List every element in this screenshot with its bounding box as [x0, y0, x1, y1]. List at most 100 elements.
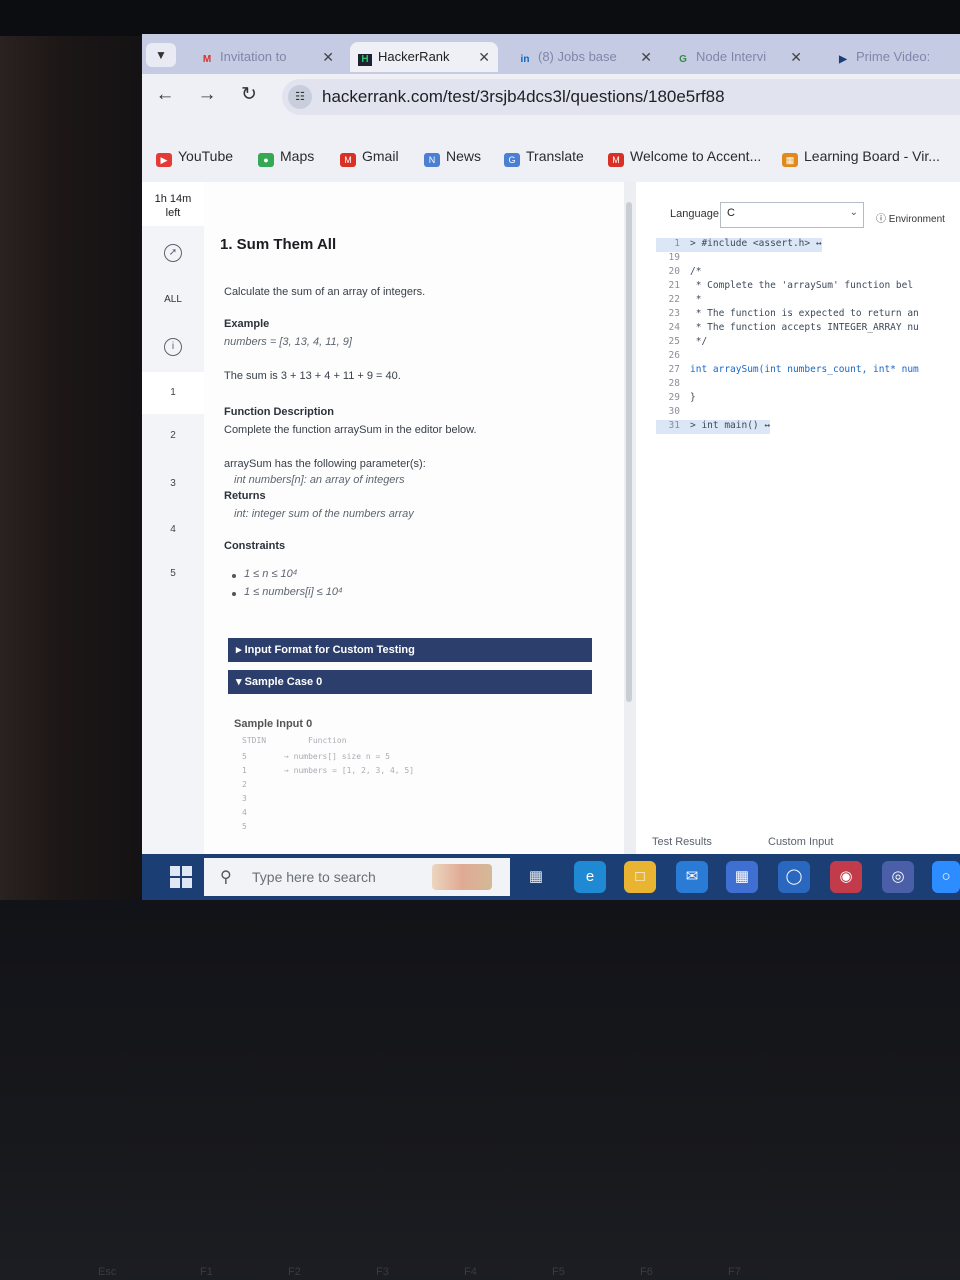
address-bar[interactable]: ☷ hackerrank.com/test/3rsjb4dcs3l/questi…	[282, 79, 960, 115]
tab-node-interview[interactable]: G Node Intervi ✕	[668, 42, 810, 72]
bookmark-label: Translate	[526, 148, 584, 164]
stdin-line: 1	[242, 766, 247, 775]
key-f1: F1	[200, 1266, 213, 1278]
code-text: > int main() ↔	[690, 420, 771, 431]
key-f2: F2	[288, 1266, 301, 1278]
test-results-tab[interactable]: Test Results	[652, 836, 712, 848]
compass-icon[interactable]: ➚	[164, 244, 182, 262]
bullet	[232, 574, 236, 578]
bookmark-label: Learning Board - Vir...	[804, 148, 940, 164]
primevideo-icon: ▶	[839, 54, 847, 65]
close-icon[interactable]: ✕	[478, 42, 490, 72]
code-line[interactable]: 29}	[656, 392, 696, 406]
code-text: > #include <assert.h> ↔	[690, 238, 822, 249]
key-esc: Esc	[98, 1266, 117, 1278]
code-line[interactable]: 28	[656, 378, 690, 392]
search-placeholder: Type here to search	[252, 869, 376, 885]
code-line[interactable]: 26	[656, 350, 690, 364]
close-icon[interactable]: ✕	[322, 42, 334, 72]
tab-search-button[interactable]: ▼	[146, 43, 176, 67]
info-icon[interactable]: i	[164, 338, 182, 356]
windows-taskbar: ⚲ Type here to search ▦ e □ ✉ ▦ ◯ ◉ ◎ ○	[142, 854, 960, 900]
question-link-4[interactable]: 4	[142, 524, 204, 535]
timer: 1h 14m left	[142, 182, 204, 226]
tab-invitation[interactable]: M Invitation to ✕	[192, 42, 342, 72]
gmail-icon: M	[608, 153, 624, 167]
tab-label: (8) Jobs base	[538, 49, 617, 64]
constraint-1: 1 ≤ n ≤ 10⁴	[244, 568, 298, 580]
returns-heading: Returns	[224, 490, 266, 502]
language-select[interactable]: C ⌄	[720, 202, 864, 228]
bullet	[232, 592, 236, 596]
timer-label: left	[165, 207, 181, 219]
linkedin-icon: in	[520, 54, 530, 65]
bookmark-translate[interactable]: G Translate	[504, 148, 584, 167]
constraint-2: 1 ≤ numbers[i] ≤ 10⁴	[244, 586, 343, 598]
app-icon[interactable]: ◉	[830, 861, 862, 893]
code-line[interactable]: 25 */	[656, 336, 708, 350]
sample-input-heading: Sample Input 0	[234, 718, 313, 730]
tab-linkedin[interactable]: in (8) Jobs base ✕	[510, 42, 660, 72]
taskbar-search[interactable]: ⚲ Type here to search	[204, 858, 510, 896]
tab-prime-video[interactable]: ▶ Prime Video:	[828, 42, 960, 72]
line-number: 23	[668, 308, 680, 319]
file-explorer-icon[interactable]: □	[624, 861, 656, 893]
line-number: 26	[668, 350, 680, 361]
code-line[interactable]: 1 > #include <assert.h> ↔	[656, 238, 822, 252]
returns-text: int: integer sum of the numbers array	[234, 508, 414, 520]
back-button[interactable]: ←	[154, 84, 176, 106]
code-line[interactable]: 23 * The function is expected to return …	[656, 308, 919, 322]
tab-label: Prime Video:	[856, 49, 931, 64]
reload-button[interactable]: ↻	[238, 84, 260, 106]
close-icon[interactable]: ✕	[640, 42, 652, 72]
input-format-accordion[interactable]: ▸ Input Format for Custom Testing	[228, 638, 592, 662]
store-icon[interactable]: ▦	[726, 861, 758, 893]
sample-input-table: STDIN Function 5 1 2 3 4 5 → numbers[] s…	[234, 736, 524, 856]
bookmark-youtube[interactable]: ▶ YouTube	[156, 148, 233, 167]
task-view-icon[interactable]: ▦	[520, 861, 552, 893]
custom-input-tab[interactable]: Custom Input	[768, 836, 833, 848]
edge-icon[interactable]: e	[574, 861, 606, 893]
bookmark-gmail[interactable]: M Gmail	[340, 148, 399, 167]
question-link-5[interactable]: 5	[142, 568, 204, 579]
code-line[interactable]: 31 > int main() ↔	[656, 420, 771, 434]
sample-case-0-accordion[interactable]: ▾ Sample Case 0	[228, 670, 592, 694]
chrome-icon[interactable]: ◎	[882, 861, 914, 893]
close-icon[interactable]: ✕	[790, 42, 802, 72]
code-editor-panel: Language C ⌄ ⓘ Environment 1 > #include <…	[636, 182, 960, 854]
code-line[interactable]: 22 *	[656, 294, 702, 308]
line-number: 31	[668, 420, 680, 431]
line-number: 24	[668, 322, 680, 333]
problem-scrollbar[interactable]	[626, 202, 632, 702]
hackerrank-icon: H	[358, 54, 372, 66]
question-link-2[interactable]: 2	[142, 430, 204, 441]
question-link-1[interactable]: 1	[142, 372, 204, 414]
environment-link[interactable]: ⓘ Environment	[876, 210, 945, 225]
gmail-icon: M	[340, 153, 356, 167]
code-line[interactable]: 19	[656, 252, 690, 266]
code-line[interactable]: 24 * The function accepts INTEGER_ARRAY …	[656, 322, 919, 336]
editor-bottom-tabs: Test Results Custom Input	[636, 834, 960, 854]
defender-icon[interactable]: ◯	[778, 861, 810, 893]
tab-label: HackerRank	[378, 49, 450, 64]
question-link-3[interactable]: 3	[142, 478, 204, 489]
code-line[interactable]: 21 * Complete the 'arraySum' function be…	[656, 280, 914, 294]
bookmark-learning-board[interactable]: ▦ Learning Board - Vir...	[782, 148, 940, 167]
all-questions-link[interactable]: ALL	[142, 294, 204, 305]
forward-button[interactable]: →	[196, 84, 218, 106]
search-icon: ⚲	[220, 869, 232, 886]
code-line[interactable]: 27 int arraySum(int numbers_count, int* n…	[656, 364, 919, 378]
zoom-icon[interactable]: ○	[932, 861, 960, 893]
code-line[interactable]: 20 /*	[656, 266, 702, 280]
youtube-icon: ▶	[156, 153, 172, 167]
code-line[interactable]: 30	[656, 406, 690, 420]
tab-hackerrank[interactable]: H HackerRank ✕	[350, 42, 498, 72]
windows-start-icon[interactable]	[170, 866, 192, 888]
mail-icon[interactable]: ✉	[676, 861, 708, 893]
bookmark-maps[interactable]: ● Maps	[258, 148, 314, 167]
tab-label: Node Intervi	[696, 49, 767, 64]
site-info-icon[interactable]: ☷	[288, 85, 312, 109]
bookmark-accenture[interactable]: M Welcome to Accent...	[608, 148, 761, 167]
example-output: The sum is 3 + 13 + 4 + 11 + 9 = 40.	[224, 370, 401, 382]
bookmark-news[interactable]: N News	[424, 148, 481, 167]
